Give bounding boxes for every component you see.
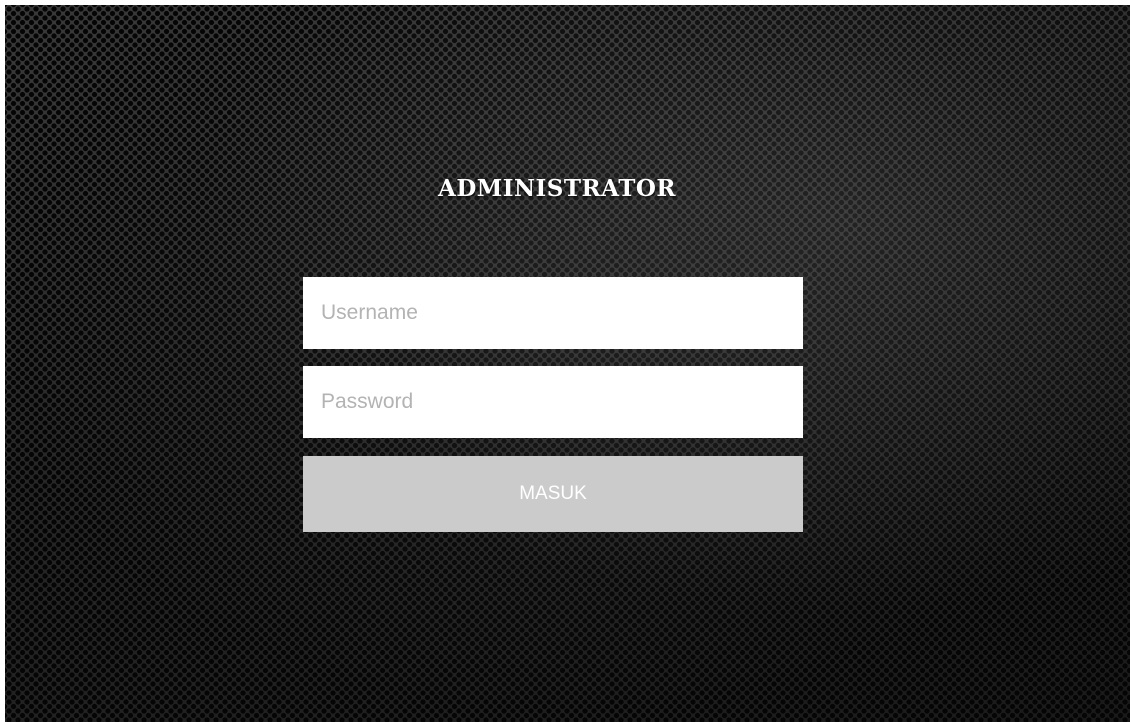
page-title: ADMINISTRATOR (438, 175, 676, 202)
username-input[interactable] (303, 277, 803, 349)
login-background: ADMINISTRATOR MASUK (5, 5, 1130, 722)
login-form: MASUK (303, 277, 803, 532)
password-input[interactable] (303, 366, 803, 438)
login-button[interactable]: MASUK (303, 456, 803, 532)
